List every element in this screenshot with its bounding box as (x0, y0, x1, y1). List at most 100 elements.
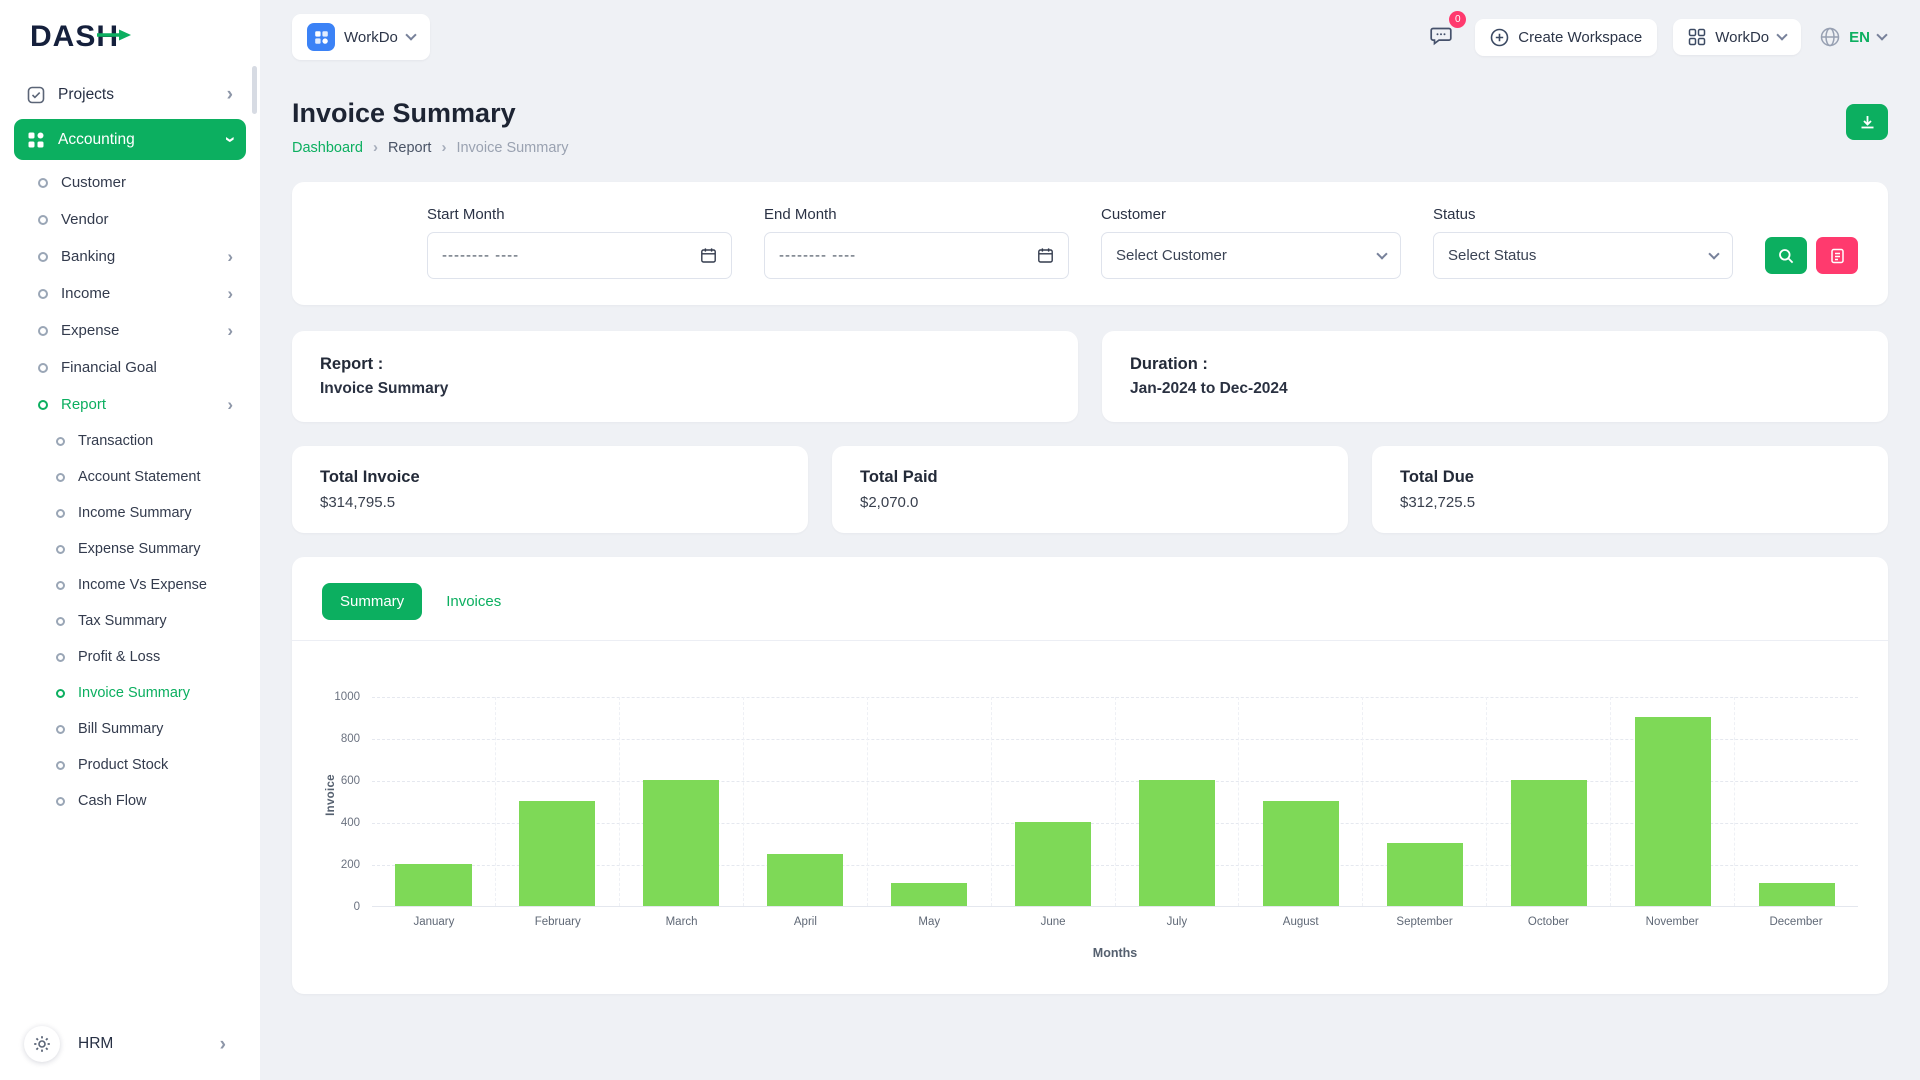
sidebar-item-income[interactable]: Income› (14, 275, 246, 312)
customer-select[interactable]: Select Customer (1101, 232, 1401, 279)
sidebar-item-cash-flow[interactable]: Cash Flow (14, 783, 246, 819)
bullet-icon (38, 400, 48, 410)
reset-filter-button[interactable] (1816, 237, 1858, 274)
grid-icon (1688, 28, 1706, 46)
bar-july[interactable] (1139, 780, 1215, 906)
bar-slot (619, 697, 743, 906)
bar-may[interactable] (891, 883, 967, 906)
total-paid-value: $2,070.0 (860, 494, 1320, 511)
axis-spacer (322, 916, 372, 928)
sidebar-item-vendor[interactable]: Vendor (14, 201, 246, 238)
sidebar-item-invoice-summary[interactable]: Invoice Summary (14, 675, 246, 711)
sidebar-item-income-summary[interactable]: Income Summary (14, 495, 246, 531)
sidebar-item-projects[interactable]: Projects › (14, 74, 246, 115)
sidebar-scrollbar[interactable] (252, 66, 257, 114)
workspace-switcher[interactable]: WorkDo (292, 14, 430, 60)
x-tick-label: December (1734, 916, 1858, 928)
report-info-row: Report : Invoice Summary Duration : Jan-… (292, 331, 1888, 422)
sidebar-item-expense[interactable]: Expense› (14, 312, 246, 349)
start-month-input[interactable] (442, 247, 690, 264)
report-label: Report : (320, 355, 1050, 374)
x-tick-label: August (1239, 916, 1363, 928)
total-due-value: $312,725.5 (1400, 494, 1860, 511)
status-field: Status Select Status (1433, 206, 1733, 279)
sidebar-item-label: Projects (58, 86, 114, 104)
sidebar-item-label: Vendor (61, 211, 109, 228)
bar-november[interactable] (1635, 717, 1711, 906)
bar-april[interactable] (767, 854, 843, 907)
sidebar-item-profit-loss[interactable]: Profit & Loss (14, 639, 246, 675)
page-header: Invoice Summary Dashboard › Report › Inv… (292, 98, 1888, 156)
sidebar: DASH Projects › Accounting › Customer Ven… (0, 0, 260, 1080)
sidebar-item-accounting[interactable]: Accounting › (14, 119, 246, 160)
bar-september[interactable] (1387, 843, 1463, 906)
app-logo[interactable]: DASH (0, 0, 260, 74)
bullet-icon (56, 473, 65, 482)
bullet-icon (38, 252, 48, 262)
total-paid-card: Total Paid $2,070.0 (832, 446, 1348, 533)
customer-label: Customer (1101, 206, 1401, 223)
language-selector[interactable]: EN (1817, 20, 1888, 54)
sidebar-item-customer[interactable]: Customer (14, 164, 246, 201)
breadcrumb-separator: › (441, 139, 446, 156)
top-header: WorkDo 0 Create Workspace WorkDo EN (260, 0, 1920, 74)
sidebar-item-product-stock[interactable]: Product Stock (14, 747, 246, 783)
chart-area: 02004006008001000 (322, 697, 1858, 907)
chart-plot (372, 697, 1858, 907)
total-invoice-label: Total Invoice (320, 468, 780, 487)
bar-december[interactable] (1759, 883, 1835, 906)
x-tick-label: January (372, 916, 496, 928)
report-value: Invoice Summary (320, 380, 1050, 398)
tab-invoices[interactable]: Invoices (432, 583, 515, 620)
download-report-button[interactable] (1846, 104, 1888, 140)
sidebar-item-income-vs-expense[interactable]: Income Vs Expense (14, 567, 246, 603)
sidebar-item-banking[interactable]: Banking› (14, 238, 246, 275)
y-tick-label: 200 (341, 859, 360, 871)
chevron-right-icon: › (227, 396, 233, 413)
breadcrumb-report[interactable]: Report (388, 140, 432, 156)
bar-february[interactable] (519, 801, 595, 906)
end-month-input[interactable] (779, 247, 1027, 264)
start-month-label: Start Month (427, 206, 732, 223)
sidebar-item-bill-summary[interactable]: Bill Summary (14, 711, 246, 747)
total-due-label: Total Due (1400, 468, 1860, 487)
bullet-icon (56, 725, 65, 734)
sidebar-item-transaction[interactable]: Transaction (14, 423, 246, 459)
bar-june[interactable] (1015, 822, 1091, 906)
sidebar-bottom: HRM › (14, 1018, 246, 1074)
reset-icon (1830, 248, 1845, 264)
calendar-icon[interactable] (700, 247, 717, 264)
bar-slot (1238, 697, 1362, 906)
create-workspace-button[interactable]: Create Workspace (1475, 19, 1657, 56)
sidebar-item-hrm[interactable]: HRM › (72, 1027, 232, 1062)
bar-slot (743, 697, 867, 906)
status-select[interactable]: Select Status (1433, 232, 1733, 279)
workspace-logo-icon (314, 30, 329, 45)
bar-march[interactable] (643, 780, 719, 906)
create-workspace-label: Create Workspace (1518, 29, 1642, 46)
bullet-icon (56, 761, 65, 770)
sidebar-item-label: Invoice Summary (78, 685, 190, 701)
sidebar-item-tax-summary[interactable]: Tax Summary (14, 603, 246, 639)
calendar-icon[interactable] (1037, 247, 1054, 264)
apply-filter-button[interactable] (1765, 237, 1807, 274)
bar-august[interactable] (1263, 801, 1339, 906)
tab-summary[interactable]: Summary (322, 583, 422, 620)
sidebar-item-account-statement[interactable]: Account Statement (14, 459, 246, 495)
bar-october[interactable] (1511, 780, 1587, 906)
search-icon (1778, 248, 1794, 264)
sidebar-item-financial-goal[interactable]: Financial Goal (14, 349, 246, 386)
messages-button[interactable]: 0 (1423, 17, 1459, 58)
sidebar-item-label: Profit & Loss (78, 649, 160, 665)
apps-menu-button[interactable]: WorkDo (1673, 19, 1801, 55)
x-tick-label: July (1115, 916, 1239, 928)
customer-field: Customer Select Customer (1101, 206, 1401, 279)
bar-january[interactable] (395, 864, 471, 906)
breadcrumb-dashboard[interactable]: Dashboard (292, 140, 363, 156)
total-paid-label: Total Paid (860, 468, 1320, 487)
chart-xlabels: JanuaryFebruaryMarchAprilMayJuneJulyAugu… (372, 916, 1858, 928)
sidebar-item-expense-summary[interactable]: Expense Summary (14, 531, 246, 567)
sidebar-item-report[interactable]: Report› (14, 386, 246, 423)
x-tick-label: April (743, 916, 867, 928)
settings-gear-button[interactable] (24, 1026, 60, 1062)
